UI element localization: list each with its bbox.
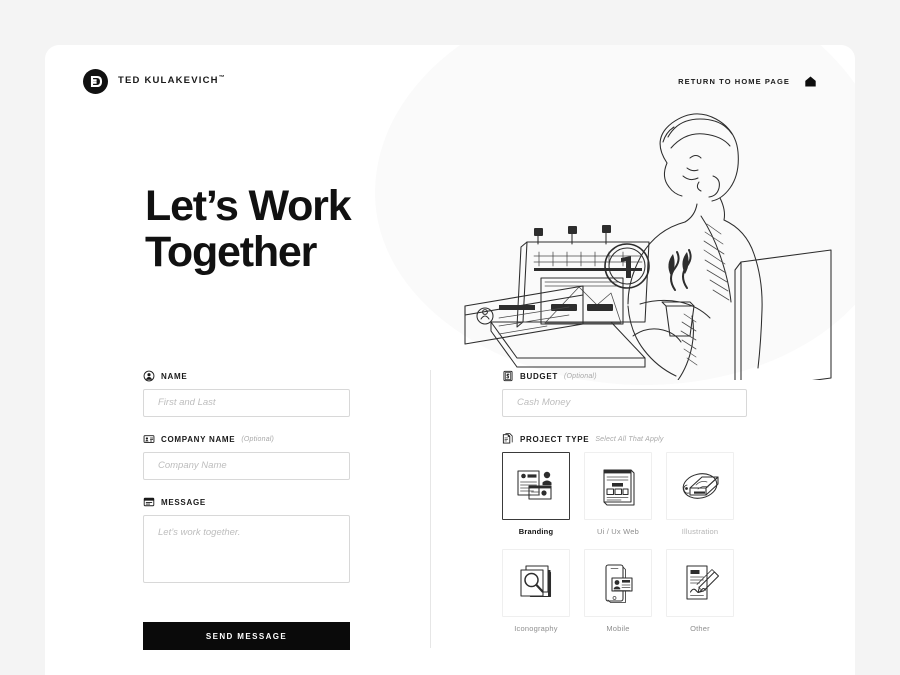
project-type-label-illustration: Illustration: [681, 527, 719, 536]
field-message-label: MESSAGE: [143, 496, 350, 508]
user-avatar-icon: [143, 370, 155, 382]
trademark-symbol: ™: [218, 75, 225, 82]
project-type-option-branding[interactable]: Branding: [502, 452, 570, 545]
sketch-person-with-laptop-and-coffee-icon: [435, 90, 835, 380]
field-project-type-hint: Select All That Apply: [595, 435, 664, 443]
page-title-line-1: Let’s Work: [145, 182, 352, 230]
field-project-type-label: PROJECT TYPE Select All That Apply: [502, 433, 747, 445]
home-icon[interactable]: [804, 75, 817, 88]
project-type-box-illustration[interactable]: [666, 452, 734, 520]
column-divider: [430, 370, 431, 648]
project-type-grid: Branding Ui / Ux Web Illustration Iconog…: [502, 452, 747, 642]
field-name: NAME: [143, 370, 350, 417]
field-project-type-label-text: PROJECT TYPE: [520, 434, 590, 444]
project-type-box-ui-ux-web[interactable]: [584, 452, 652, 520]
brand-name: TED KULAKEVICH™: [118, 75, 225, 87]
form-right-column: BUDGET (Optional) PROJECT TYPE Select Al…: [502, 370, 747, 658]
return-to-home-link[interactable]: RETURN TO HOME PAGE: [678, 77, 790, 86]
field-company-label: COMPANY NAME (Optional): [143, 433, 350, 445]
field-budget-label-text: BUDGET: [520, 371, 558, 381]
brand-logo[interactable]: TED KULAKEVICH™: [83, 68, 225, 94]
magnifier-stack-icon: [520, 565, 552, 598]
field-company-label-text: COMPANY NAME: [161, 434, 236, 444]
field-budget-hint: (Optional): [563, 372, 597, 380]
page-root: TED KULAKEVICH™ RETURN TO HOME PAGE Let’…: [0, 0, 900, 675]
illustration-pen-icon: [682, 473, 719, 499]
project-type-option-iconography[interactable]: Iconography: [502, 549, 570, 642]
project-type-label-branding: Branding: [518, 527, 554, 536]
header-actions: RETURN TO HOME PAGE: [678, 75, 817, 88]
field-company-hint: (Optional): [241, 435, 275, 443]
company-name-input[interactable]: [143, 452, 350, 480]
contact-page-card: TED KULAKEVICH™ RETURN TO HOME PAGE Let’…: [45, 45, 855, 675]
project-type-option-ui-ux-web[interactable]: Ui / Ux Web: [584, 452, 652, 545]
field-message: MESSAGE: [143, 496, 350, 588]
web-wireframe-icon: [603, 469, 635, 506]
field-message-label-text: MESSAGE: [161, 497, 206, 507]
money-bill-icon: [503, 370, 513, 382]
d-monogram-icon: [83, 68, 108, 94]
page-title-line-2: Together: [145, 228, 317, 276]
project-type-label-iconography: Iconography: [514, 624, 558, 633]
signed-document-icon: [686, 565, 720, 600]
project-type-label-ui-ux-web: Ui / Ux Web: [596, 527, 640, 536]
field-name-label-text: NAME: [161, 371, 188, 381]
field-name-label: NAME: [143, 370, 350, 382]
send-message-button[interactable]: SEND MESSAGE: [143, 622, 350, 650]
budget-input[interactable]: [502, 389, 747, 417]
message-textarea[interactable]: [143, 515, 350, 583]
name-input[interactable]: [143, 389, 350, 417]
branding-layout-icon: [517, 470, 552, 500]
project-type-option-illustration[interactable]: Illustration: [666, 452, 734, 545]
project-type-label-mobile: Mobile: [606, 624, 630, 633]
project-type-option-other[interactable]: Other: [666, 549, 734, 642]
document-copy-icon: [502, 433, 513, 444]
project-type-option-mobile[interactable]: Mobile: [584, 549, 652, 642]
page-title: Let’s Work Together: [145, 183, 445, 275]
field-budget-label: BUDGET (Optional): [502, 370, 747, 382]
mobile-phone-icon: [605, 564, 633, 603]
project-type-box-branding[interactable]: [502, 452, 570, 520]
business-card-icon: [143, 435, 155, 443]
form-left-column: NAME COMPANY NAME (Optional): [143, 370, 350, 650]
project-type-box-mobile[interactable]: [584, 549, 652, 617]
field-project-type: PROJECT TYPE Select All That Apply Brand…: [502, 433, 747, 642]
field-budget: BUDGET (Optional): [502, 370, 747, 417]
project-type-box-other[interactable]: [666, 549, 734, 617]
message-note-icon: [143, 497, 155, 507]
project-type-box-iconography[interactable]: [502, 549, 570, 617]
field-company-name: COMPANY NAME (Optional): [143, 433, 350, 480]
project-type-label-other: Other: [690, 624, 710, 633]
